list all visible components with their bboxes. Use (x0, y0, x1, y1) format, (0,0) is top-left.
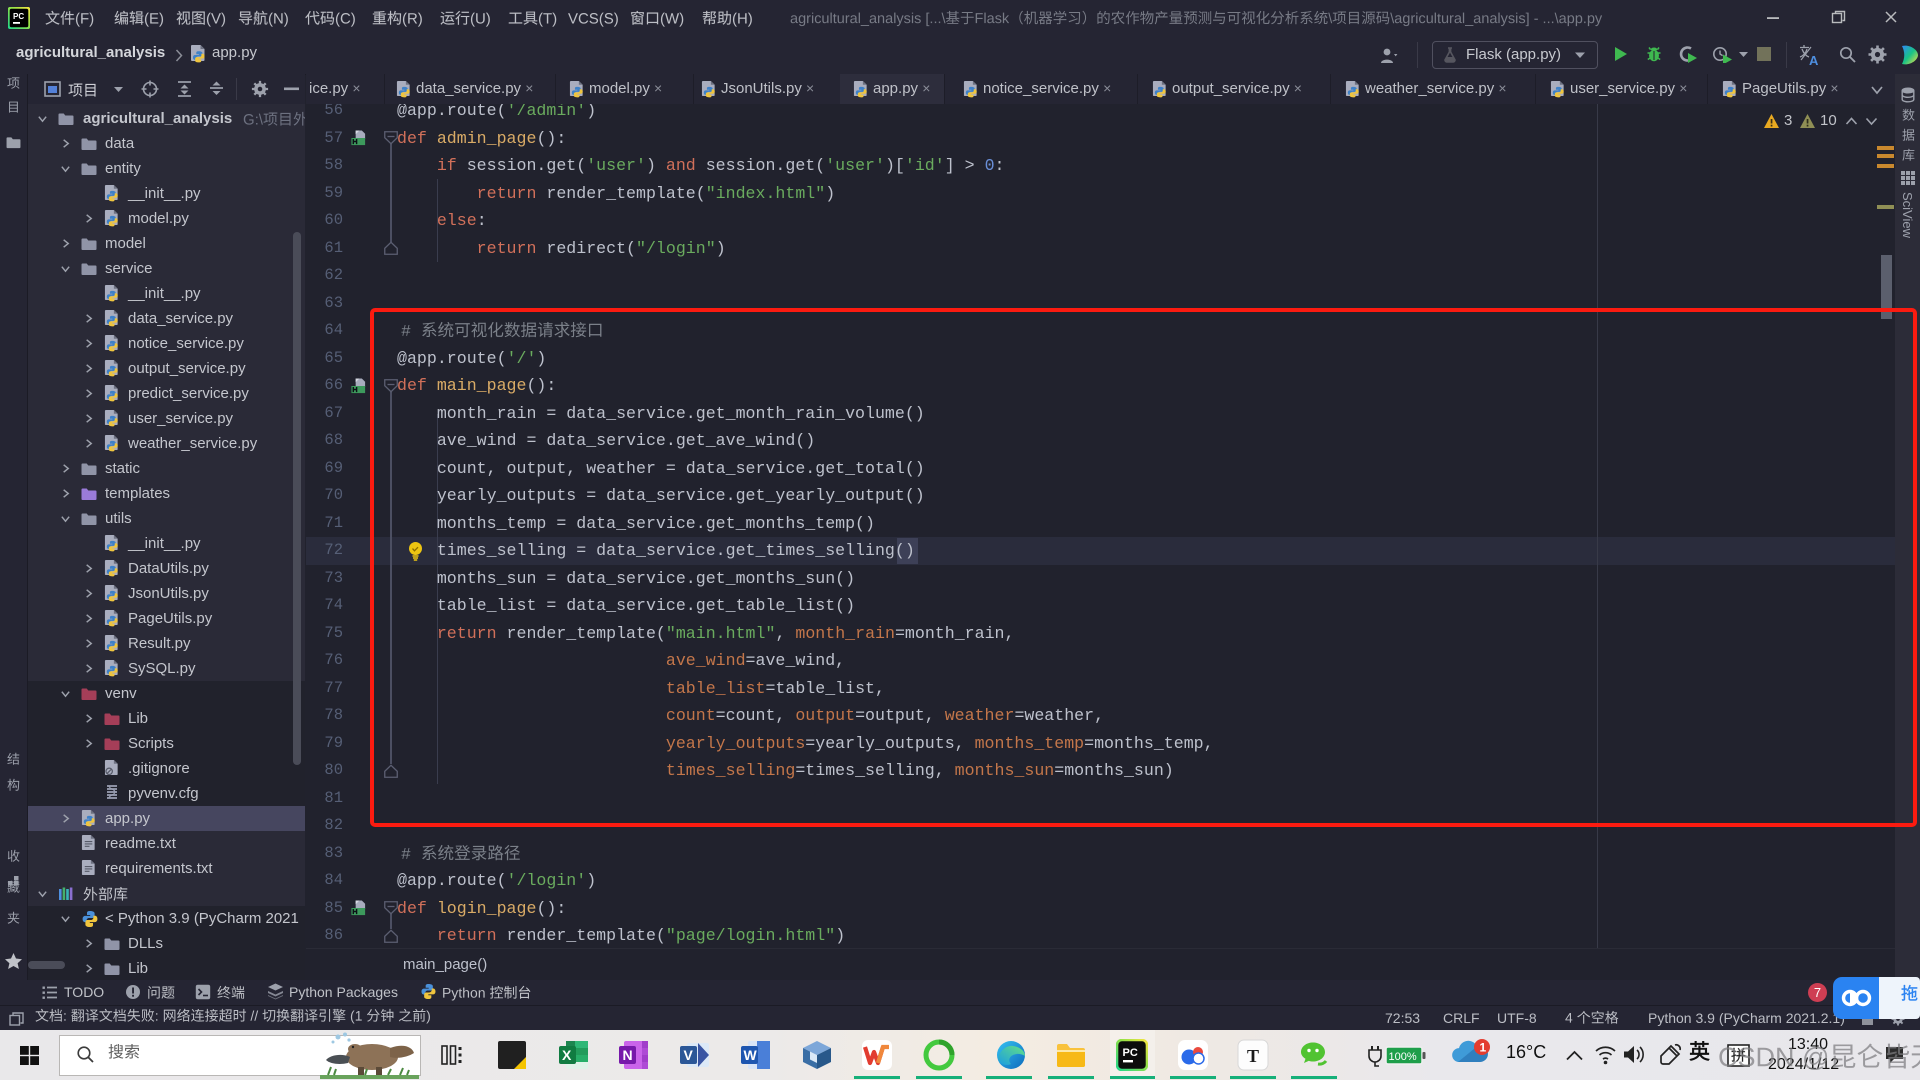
svg-text:N: N (623, 1047, 633, 1063)
svg-text:100%: 100% (1389, 1051, 1417, 1063)
svg-text:1: 1 (1480, 1041, 1487, 1055)
svg-text:X: X (562, 1047, 572, 1063)
svg-text:W: W (744, 1047, 758, 1063)
svg-text:A: A (1809, 53, 1819, 66)
svg-text:PC: PC (1123, 1047, 1138, 1059)
svg-text:V: V (684, 1047, 694, 1063)
svg-text:PC: PC (13, 12, 24, 21)
svg-text:T: T (1247, 1046, 1259, 1066)
